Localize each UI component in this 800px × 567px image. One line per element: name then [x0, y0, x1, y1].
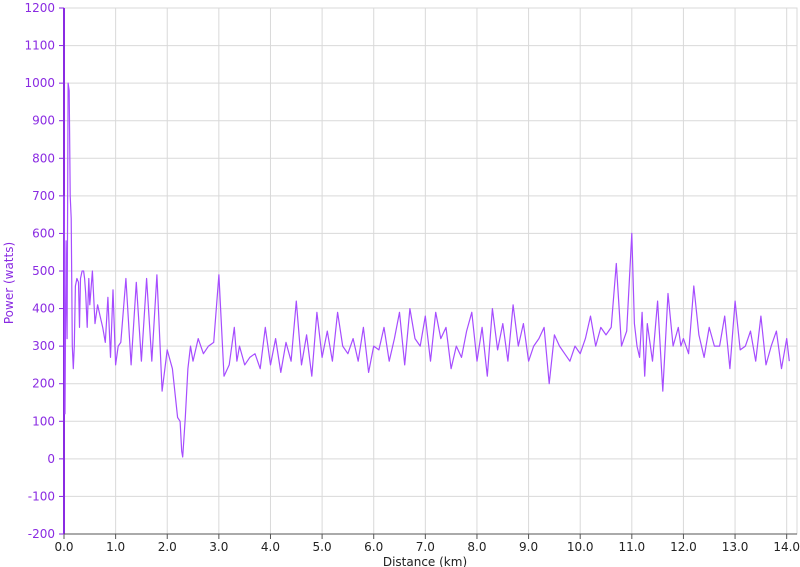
x-tick-label: 7.0 — [416, 540, 435, 554]
y-tick-label: 100 — [32, 414, 55, 428]
y-tick-label: 1200 — [24, 1, 55, 15]
grid-lines — [63, 7, 798, 535]
x-tick-label: 8.0 — [467, 540, 486, 554]
y-tick-label: 200 — [32, 377, 55, 391]
y-tick-label: 700 — [32, 189, 55, 203]
x-tick-label: 9.0 — [519, 540, 538, 554]
y-tick-label: 0 — [47, 452, 55, 466]
y-tick-label: 800 — [32, 151, 55, 165]
y-tick-label: 500 — [32, 264, 55, 278]
x-tick-label: 14.0 — [773, 540, 800, 554]
x-tick-label: 6.0 — [364, 540, 383, 554]
y-tick-label: -100 — [28, 489, 55, 503]
y-tick-label: 400 — [32, 302, 55, 316]
x-tick-label: 5.0 — [313, 540, 332, 554]
x-tick-label: 3.0 — [209, 540, 228, 554]
x-tick-label: 2.0 — [158, 540, 177, 554]
x-tick-label: 13.0 — [722, 540, 749, 554]
y-tick-label: 300 — [32, 339, 55, 353]
y-tick-label: 900 — [32, 114, 55, 128]
x-tick-label: 4.0 — [261, 540, 280, 554]
x-tick-label: 1.0 — [106, 540, 125, 554]
x-tick-label: 12.0 — [670, 540, 697, 554]
x-tick-label: 0.0 — [54, 540, 73, 554]
power-distance-chart: 0.0 1.0 2.0 3.0 4.0 5.0 6.0 7.0 8.0 9.0 10.0 11.0 12… — [2, 1, 800, 567]
y-tick-label: -200 — [28, 527, 55, 541]
y-axis-label: Power (watts) — [2, 242, 16, 324]
y-tick-label: 600 — [32, 226, 55, 240]
y-tick-label: 1100 — [24, 39, 55, 53]
x-tick-label: 10.0 — [567, 540, 594, 554]
y-tick-label: 1000 — [24, 76, 55, 90]
x-axis-label: Distance (km) — [383, 555, 467, 567]
x-tick-label: 11.0 — [618, 540, 645, 554]
